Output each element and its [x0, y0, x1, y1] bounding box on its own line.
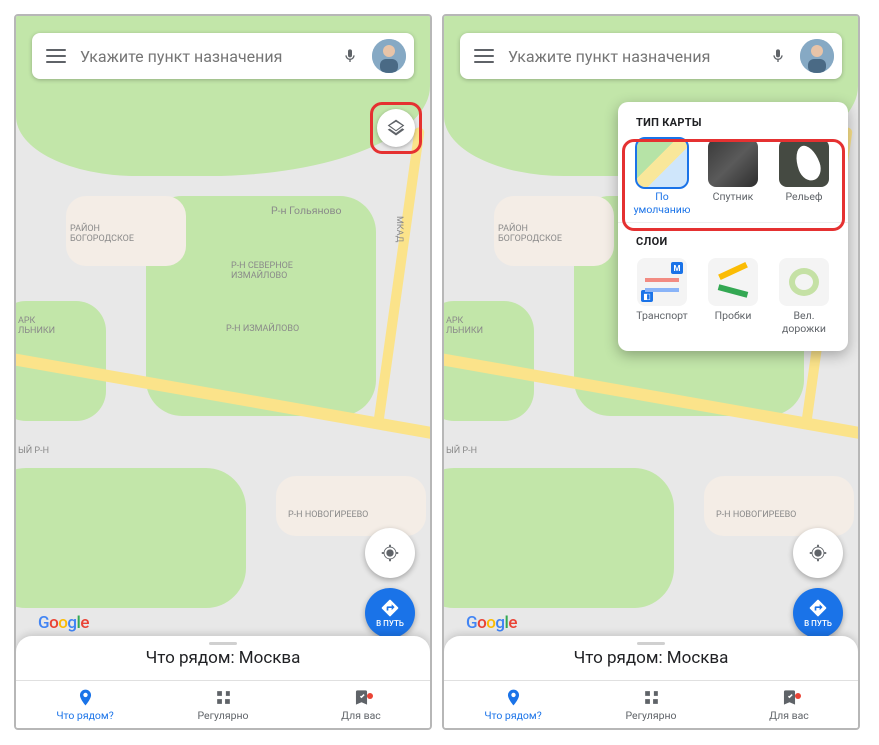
search-input[interactable] [508, 47, 756, 66]
layer-transit[interactable]: М◧ Транспорт [630, 258, 694, 335]
nav-item-nearby[interactable]: Что рядом? [16, 681, 154, 728]
map-type-label: Спутник [713, 191, 754, 204]
my-location-button[interactable] [793, 528, 843, 578]
avatar[interactable] [372, 39, 406, 73]
bottom-sheet[interactable]: Что рядом: Москва [16, 636, 430, 680]
nav-label: Регулярно [625, 709, 676, 722]
layer-traffic-thumb [708, 258, 758, 306]
menu-icon[interactable] [46, 49, 66, 63]
layer-bike[interactable]: Вел. дорожки [772, 258, 836, 335]
section-title-map-type: ТИП КАРТЫ [630, 116, 836, 129]
layers-button[interactable] [377, 109, 415, 147]
nav-item-nearby[interactable]: Что рядом? [444, 681, 582, 728]
nav-item-commute[interactable]: Регулярно [154, 681, 292, 728]
sheet-title: Что рядом: Москва [574, 648, 729, 668]
section-title-layers: СЛОИ [630, 235, 836, 248]
map-label: МКАД [394, 216, 404, 242]
layers-panel: ТИП КАРТЫ По умолчанию Спутник Рельеф СЛ… [618, 102, 848, 351]
layer-label: Вел. дорожки [782, 310, 826, 335]
map-label: АРК ЛЬНИКИ [446, 316, 483, 336]
map-type-label: По умолчанию [634, 191, 691, 216]
map-type-satellite[interactable]: Спутник [701, 139, 765, 216]
search-bar [32, 33, 414, 79]
map-label: Р-Н НОВОГИРЕЕВО [716, 510, 796, 520]
nav-item-commute[interactable]: Регулярно [582, 681, 720, 728]
navigate-label: В ПУТЬ [804, 619, 832, 628]
phone-left: РАЙОН БОГОРОДСКОЕ Р-н Гольяново Р-Н СЕВЕ… [14, 14, 432, 730]
map-label: ЫЙ Р-Н [446, 446, 477, 456]
notification-dot [367, 693, 373, 699]
map-label: АРК ЛЬНИКИ [18, 316, 55, 336]
notification-dot [795, 693, 801, 699]
mic-icon[interactable] [342, 45, 358, 67]
bottom-nav: Что рядом? Регулярно Для вас [444, 680, 858, 728]
nav-label: Что рядом? [56, 709, 113, 722]
my-location-button[interactable] [365, 528, 415, 578]
nav-item-foryou[interactable]: Для вас [720, 681, 858, 728]
search-input[interactable] [80, 47, 328, 66]
map-label: РАЙОН БОГОРОДСКОЕ [498, 224, 562, 244]
bottom-sheet[interactable]: Что рядом: Москва [444, 636, 858, 680]
map-label: ЫЙ Р-Н [18, 446, 49, 456]
navigate-button[interactable]: В ПУТЬ [365, 588, 415, 638]
map-type-default[interactable]: По умолчанию [630, 139, 694, 216]
navigate-label: В ПУТЬ [376, 619, 404, 628]
map-type-satellite-thumb [708, 139, 758, 187]
layer-label: Транспорт [636, 310, 687, 323]
nav-label: Для вас [769, 709, 809, 722]
nav-item-foryou[interactable]: Для вас [292, 681, 430, 728]
bottom-nav: Что рядом? Регулярно Для вас [16, 680, 430, 728]
search-bar [460, 33, 842, 79]
sheet-title: Что рядом: Москва [146, 648, 301, 668]
nav-label: Для вас [341, 709, 381, 722]
navigate-button[interactable]: В ПУТЬ [793, 588, 843, 638]
avatar[interactable] [800, 39, 834, 73]
map-label: Р-Н НОВОГИРЕЕВО [288, 510, 368, 520]
map-type-terrain-thumb [779, 139, 829, 187]
menu-icon[interactable] [474, 49, 494, 63]
map-label: Р-Н СЕВЕРНОЕ ИЗМАЙЛОВО [231, 261, 293, 281]
map-type-terrain[interactable]: Рельеф [772, 139, 836, 216]
mic-icon[interactable] [770, 45, 786, 67]
layer-traffic[interactable]: Пробки [701, 258, 765, 335]
phone-right: РАЙОН БОГОРОДСКОЕ АРК ЛЬНИКИ Р-Н НОВОГИР… [442, 14, 860, 730]
layer-transit-thumb: М◧ [637, 258, 687, 306]
layer-label: Пробки [715, 310, 752, 323]
nav-label: Регулярно [197, 709, 248, 722]
map-type-default-thumb [637, 139, 687, 187]
google-logo: Google [466, 613, 517, 633]
map-label: Р-Н ИЗМАЙЛОВО [226, 324, 299, 334]
map-type-label: Рельеф [785, 191, 822, 204]
map-label: РАЙОН БОГОРОДСКОЕ [70, 224, 134, 244]
map-label: Р-н Гольяново [271, 204, 342, 217]
google-logo: Google [38, 613, 89, 633]
layer-bike-thumb [779, 258, 829, 306]
nav-label: Что рядом? [484, 709, 541, 722]
